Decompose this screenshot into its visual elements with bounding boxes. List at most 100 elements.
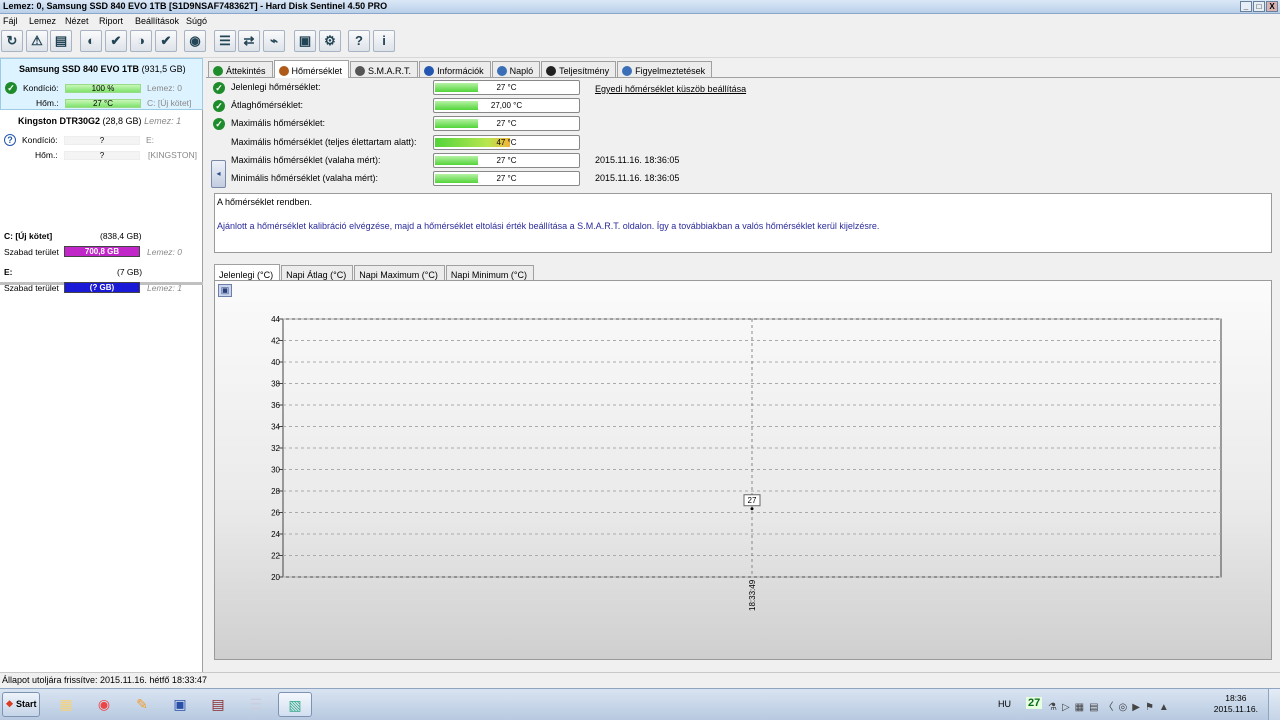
temp-value: 27 °C bbox=[496, 83, 517, 92]
y-tick-label: 38 bbox=[271, 380, 280, 389]
tray-temp-icon[interactable]: 27 bbox=[1026, 697, 1043, 709]
check-icon bbox=[213, 65, 223, 76]
alerts-icon bbox=[622, 65, 633, 76]
temp-row: ✓ Maximális hőmérséklet: 27 °C bbox=[206, 116, 1006, 133]
volume-size: (838,4 GB) bbox=[100, 231, 142, 241]
help-icon[interactable]: ? bbox=[348, 30, 370, 52]
temp-row: Maximális hőmérséklet (valaha mért): 27 °… bbox=[206, 152, 1006, 170]
tab-label: Teljesítmény bbox=[559, 65, 610, 76]
tab-label: Hőmérséklet bbox=[291, 65, 343, 76]
disk-size: (931,5 GB) bbox=[141, 64, 186, 74]
menu-help[interactable]: Súgó bbox=[186, 16, 207, 26]
menu-settings[interactable]: Beállítások bbox=[135, 16, 179, 26]
temperature-panel: ✓ Jelenlegi hőmérséklet: 27 °C ✓ Átlaghőmérs… bbox=[206, 80, 1280, 192]
temp-row-label: Minimális hőmérséklet (valaha mért): bbox=[231, 173, 379, 183]
temp-row-label: Maximális hőmérséklet (teljes élettartam… bbox=[231, 136, 417, 147]
temp-toggle-button[interactable]: ◂ bbox=[211, 160, 226, 188]
disk-name: Samsung SSD 840 EVO 1TB (931,5 GB) bbox=[19, 64, 186, 74]
hds-icon[interactable]: ▧ bbox=[278, 692, 312, 717]
tab-smart[interactable]: S.M.A.R.T. bbox=[350, 61, 419, 77]
show-desktop-button[interactable] bbox=[1268, 689, 1280, 720]
message-box: A hőmérséklet rendben. Ajánlott a hőmérs… bbox=[214, 193, 1272, 253]
temp-row-label: Maximális hőmérséklet: bbox=[231, 118, 326, 129]
tab-check[interactable]: Áttekintés bbox=[208, 61, 273, 77]
check-icon: ✓ bbox=[213, 118, 225, 131]
volume-name: E: bbox=[4, 267, 13, 277]
advice-message: Ajánlott a hőmérséklet kalibráció elvégz… bbox=[217, 221, 880, 231]
temp-date: 2015.11.16. 18:36:05 bbox=[595, 173, 680, 183]
temp-fill bbox=[435, 174, 479, 183]
chart-panel: ▣ 20 22 24 26 28 30 32 34 36 38 40 42 44 18:33:49 27 bbox=[214, 280, 1272, 660]
disk-item-samsung[interactable]: Samsung SSD 840 EVO 1TB (931,5 GB) ✓ Kon… bbox=[0, 58, 203, 110]
y-tick-label: 32 bbox=[271, 444, 280, 453]
tab-performance[interactable]: Teljesítmény bbox=[541, 61, 617, 77]
temp-value-bar: 47 °C bbox=[433, 134, 580, 150]
temp-bar: 27 °C bbox=[65, 99, 141, 108]
drive-green-icon[interactable]: ◑ bbox=[130, 30, 152, 52]
start-button[interactable]: ❖ Start bbox=[2, 692, 40, 717]
tab-info[interactable]: Információk bbox=[419, 61, 491, 77]
temp-value-bar: 27,00 °C bbox=[433, 98, 580, 114]
drive-check2-icon[interactable]: ✔ bbox=[155, 30, 177, 52]
language-indicator[interactable]: HU bbox=[998, 699, 1011, 709]
info-icon[interactable]: i bbox=[373, 30, 395, 52]
free-space-label: Szabad terület bbox=[4, 247, 59, 257]
menu-file[interactable]: Fájl bbox=[3, 16, 18, 26]
menu-view[interactable]: Nézet bbox=[65, 16, 89, 26]
tab-alerts[interactable]: Figyelmeztetések bbox=[617, 61, 713, 77]
condition-bar: ? bbox=[64, 136, 140, 145]
save-icon[interactable]: ▣ bbox=[166, 692, 194, 717]
chart-tab[interactable]: Napi Maximum (°C) bbox=[354, 265, 445, 281]
chart-tab[interactable]: Napi Minimum (°C) bbox=[445, 265, 534, 281]
status-text: Állapot utoljára frissítve: 2015.11.16. … bbox=[2, 675, 207, 685]
close-button[interactable]: X bbox=[1266, 1, 1278, 12]
disk-icon[interactable]: ▤ bbox=[50, 30, 72, 52]
clock[interactable]: 18:36 2015.11.16. bbox=[1214, 693, 1258, 715]
minimize-button[interactable]: _ bbox=[1240, 1, 1252, 12]
monitor-icon[interactable]: ▣ bbox=[294, 30, 316, 52]
network-icon[interactable]: ⌁ bbox=[263, 30, 285, 52]
drive-gray-icon[interactable]: ◐ bbox=[80, 30, 102, 52]
question-icon: ? bbox=[4, 134, 16, 146]
temp-row-label: Átlaghőmérséklet: bbox=[231, 100, 304, 111]
globe-icon[interactable]: ◉ bbox=[184, 30, 206, 52]
volume-item-e[interactable]: E: (7 GB) Szabad terület (? GB) Lemez: 1 bbox=[0, 264, 203, 298]
volume-item-c[interactable]: C: [Új kötet] (838,4 GB) Szabad terület … bbox=[0, 228, 203, 262]
thermometer-icon bbox=[278, 65, 289, 76]
drive-check-icon[interactable]: ✔ bbox=[105, 30, 127, 52]
chart-tab[interactable]: Napi Átlag (°C) bbox=[281, 265, 354, 281]
temp-fill bbox=[435, 155, 479, 165]
disk-index: Lemez: 0 bbox=[147, 247, 182, 257]
tab-log[interactable]: Napló bbox=[491, 61, 541, 77]
y-tick-label: 26 bbox=[271, 509, 280, 518]
menu-report[interactable]: Riport bbox=[99, 16, 123, 26]
disk-name: Kingston DTR30G2 (28,8 GB) Lemez: 1 bbox=[18, 116, 181, 126]
temp-bar: ? bbox=[64, 151, 140, 160]
tray-icons[interactable]: ⚗▷▦▤〈◎▶⚑▲ bbox=[1048, 698, 1174, 713]
disk-title: Kingston DTR30G2 bbox=[18, 116, 101, 126]
gear-icon[interactable]: ⚙ bbox=[319, 30, 341, 52]
tab-thermometer[interactable]: Hőmérséklet bbox=[273, 60, 350, 78]
sync-icon[interactable]: ⇄ bbox=[238, 30, 260, 52]
archive-icon[interactable]: ▤ bbox=[204, 692, 232, 717]
temp-value: 27 °C bbox=[496, 174, 517, 183]
volume-name: C: [Új kötet] bbox=[147, 98, 192, 108]
notepad-icon[interactable]: ☰ bbox=[242, 692, 270, 717]
menu-disk[interactable]: Lemez bbox=[29, 16, 56, 26]
temp-value: 47 °C bbox=[496, 137, 517, 147]
status-message: A hőmérséklet rendben. bbox=[217, 197, 313, 207]
temp-fill bbox=[435, 101, 479, 111]
paint-icon[interactable]: ✎ bbox=[128, 692, 156, 717]
chrome-icon[interactable]: ◉ bbox=[90, 692, 118, 717]
report-icon[interactable]: ☰ bbox=[214, 30, 236, 52]
folder-icon[interactable]: ▦ bbox=[52, 692, 80, 717]
disk-item-kingston[interactable]: Kingston DTR30G2 (28,8 GB) Lemez: 1 ? Ko… bbox=[0, 113, 203, 169]
refresh-icon[interactable]: ↻ bbox=[1, 30, 23, 52]
free-space-bar: 700,8 GB bbox=[64, 246, 140, 257]
temp-value: 27 °C bbox=[496, 155, 517, 165]
restore-button[interactable]: □ bbox=[1253, 1, 1265, 12]
y-tick-label: 34 bbox=[271, 423, 280, 432]
warning-icon[interactable]: ⚠ bbox=[26, 30, 48, 52]
threshold-link[interactable]: Egyedi hőmérséklet küszöb beállítása bbox=[595, 84, 746, 94]
disk-index: Lemez: 0 bbox=[147, 83, 182, 93]
